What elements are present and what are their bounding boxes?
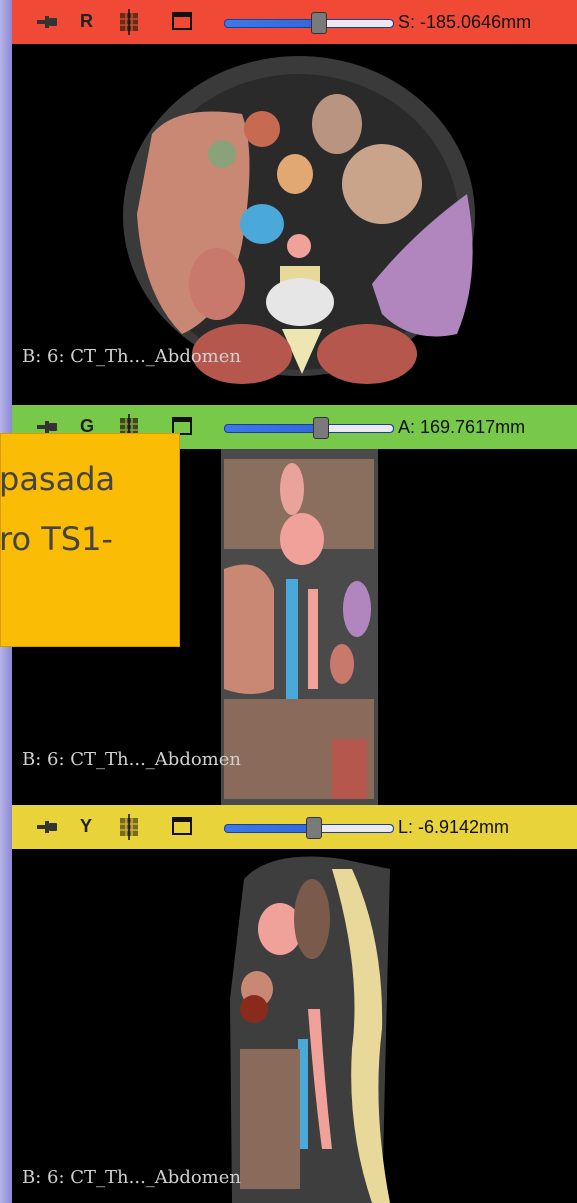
slider-rest (319, 20, 393, 27)
view-letter: R (80, 11, 93, 31)
sagittal-ct-image[interactable]: B: 6: CT_Th..._Abdomen (12, 849, 577, 1203)
sagittal-ct-drawing (230, 856, 390, 1203)
view-letter: Y (80, 816, 93, 836)
slider-thumb[interactable] (306, 817, 323, 839)
red-view-controller-bar: R S: -185.0646mm (12, 0, 577, 44)
callout-line-1: pasada (0, 460, 116, 498)
slider-rest (314, 825, 393, 832)
slice-slider[interactable] (224, 424, 394, 433)
slice-offset-readout: A: 169.7617mm (398, 417, 526, 437)
pin-icon[interactable] (36, 818, 58, 836)
slice-offset-readout: L: -6.9142mm (398, 817, 510, 837)
slider-thumb[interactable] (311, 12, 328, 34)
slider-thumb[interactable] (312, 417, 329, 439)
volume-label: B: 6: CT_Th..._Abdomen (22, 346, 241, 367)
pin-icon[interactable] (36, 13, 58, 31)
volume-label: B: 6: CT_Th..._Abdomen (22, 1167, 241, 1188)
yellow-slice-view[interactable]: Y L: -6.9142mm B: 6: CT_Th..._Abdomen (12, 805, 577, 1203)
slider-rest (320, 425, 393, 432)
slice-slider[interactable] (224, 19, 394, 28)
yellow-view-controller-bar: Y L: -6.9142mm (12, 805, 577, 849)
volume-label: B: 6: CT_Th..._Abdomen (22, 749, 241, 770)
callout-box: pasada ro TS1- (0, 433, 180, 647)
axial-ct-image[interactable]: B: 6: CT_Th..._Abdomen (12, 44, 577, 405)
callout-line-2: ro TS1- (0, 520, 113, 558)
red-slice-view[interactable]: R S: -185.0646mm B: 6: CT_Th..._Abdomen (12, 0, 577, 405)
slice-controls-icon[interactable] (116, 814, 142, 840)
maximize-view-icon[interactable] (172, 817, 192, 835)
slice-offset-readout: S: -185.0646mm (398, 12, 532, 32)
maximize-view-icon[interactable] (172, 12, 192, 30)
slice-controls-icon[interactable] (116, 9, 142, 35)
